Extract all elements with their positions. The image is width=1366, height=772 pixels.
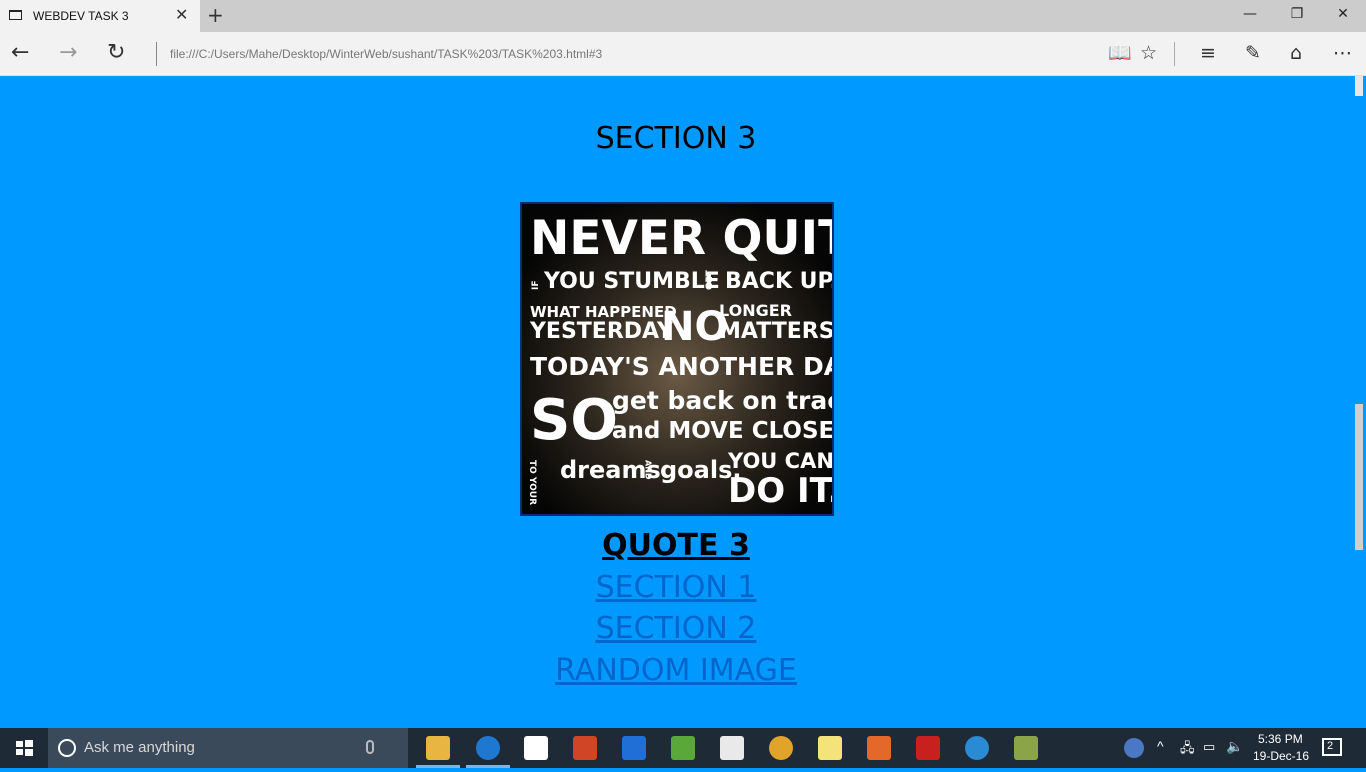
- app-grid-icon[interactable]: [671, 736, 695, 760]
- favorite-star-icon[interactable]: ☆: [1140, 42, 1157, 64]
- camera-icon[interactable]: [720, 736, 744, 760]
- utility-app-icon[interactable]: [1014, 736, 1038, 760]
- poster-line: TODAY'S ANOTHER DAY: [530, 352, 832, 381]
- powerpoint-icon[interactable]: [573, 736, 597, 760]
- taskbar: Ask me anything ^ 🖧 ▭ 🔈 5:36 PM 19-Dec-1…: [0, 728, 1366, 768]
- close-window-icon[interactable]: ✕: [1333, 6, 1353, 22]
- divider: [156, 42, 157, 66]
- search-placeholder: Ask me anything: [84, 739, 195, 756]
- sticky-notes-icon[interactable]: [818, 736, 842, 760]
- forward-arrow-icon[interactable]: →: [59, 42, 77, 64]
- reading-view-icon[interactable]: 📖: [1108, 42, 1132, 64]
- new-tab-button[interactable]: +: [207, 4, 224, 26]
- section-title: SECTION 3: [595, 121, 757, 156]
- poster-word: DO IT.: [728, 471, 832, 511]
- refresh-icon[interactable]: ↻: [107, 42, 125, 64]
- page-icon: [9, 10, 22, 20]
- back-arrow-icon[interactable]: ←: [11, 42, 29, 64]
- update-alert-icon[interactable]: [1124, 738, 1144, 758]
- autocad-icon[interactable]: [916, 736, 940, 760]
- vertical-scrollbar[interactable]: [1352, 76, 1366, 728]
- matlab-icon[interactable]: [867, 736, 891, 760]
- clock-time[interactable]: 5:36 PM: [1258, 732, 1303, 746]
- poster-word: TO YOUR: [527, 460, 537, 505]
- tab-strip: WEBDEV TASK 3 ✕ + — ❐ ✕: [0, 0, 1366, 32]
- poster-word: SO: [530, 388, 618, 453]
- notification-count: 2: [1327, 740, 1334, 752]
- more-icon[interactable]: ⋯: [1333, 42, 1352, 64]
- address-field[interactable]: file:///C:/Users/Mahe/Desktop/WinterWeb/…: [170, 47, 602, 61]
- defender-icon[interactable]: [622, 736, 646, 760]
- volume-icon[interactable]: 🔈: [1226, 738, 1243, 755]
- random-image-link[interactable]: RANDOM IMAGE: [0, 653, 1352, 688]
- cortana-icon: [58, 739, 76, 757]
- restore-icon[interactable]: ❐: [1287, 6, 1307, 22]
- poster-line: get back on track: [612, 386, 832, 415]
- web-note-icon[interactable]: ✎: [1245, 42, 1261, 64]
- motivational-poster-image: NEVER QUIT. IF YOU STUMBLE GET BACK UP. …: [520, 202, 834, 516]
- address-bar-row: ← → ↻ file:///C:/Users/Mahe/Desktop/Wint…: [0, 32, 1366, 76]
- close-tab-icon[interactable]: ✕: [175, 7, 188, 23]
- tab-title: WEBDEV TASK 3: [33, 9, 129, 23]
- browser-tab[interactable]: WEBDEV TASK 3 ✕: [0, 0, 200, 32]
- poster-word: AND: [644, 460, 653, 480]
- start-button[interactable]: [0, 728, 48, 768]
- scrollbar-top: [1355, 76, 1363, 96]
- poster-word: IF: [531, 281, 541, 291]
- poster-word: LONGER: [719, 301, 792, 320]
- chrome-icon[interactable]: [769, 736, 793, 760]
- store-icon[interactable]: [524, 736, 548, 760]
- network-icon[interactable]: 🖧: [1180, 739, 1195, 761]
- cortana-search-box[interactable]: Ask me anything: [48, 728, 408, 768]
- section-2-link[interactable]: SECTION 2: [0, 611, 1352, 646]
- poster-word: YOU CAN: [727, 449, 832, 473]
- poster-word: BACK UP.: [725, 269, 832, 294]
- section-1-link[interactable]: SECTION 1: [0, 570, 1352, 605]
- quote-link[interactable]: QUOTE 3: [0, 528, 1352, 563]
- file-explorer-icon[interactable]: [426, 736, 450, 760]
- poster-word: MATTERS.: [719, 319, 832, 344]
- poster-line: and MOVE CLOSER: [612, 418, 832, 444]
- poster-word: YOU STUMBLE: [543, 269, 720, 294]
- share-icon[interactable]: ⌂: [1290, 42, 1302, 64]
- clock-date[interactable]: 19-Dec-16: [1253, 749, 1309, 763]
- scrollbar-thumb[interactable]: [1355, 404, 1363, 550]
- poster-word: YESTERDAY: [529, 319, 674, 344]
- show-hidden-icons-icon[interactable]: ^: [1157, 738, 1164, 754]
- poster-word: GET: [705, 269, 715, 290]
- microphone-icon[interactable]: [366, 740, 374, 754]
- battery-icon[interactable]: ▭: [1203, 739, 1215, 755]
- minimize-icon[interactable]: —: [1240, 6, 1260, 22]
- page-content: SECTION 3 NEVER QUIT. IF YOU STUMBLE GET…: [0, 76, 1352, 728]
- divider: [1174, 42, 1175, 66]
- edge-icon[interactable]: [476, 736, 500, 760]
- windows-logo-icon: [16, 740, 33, 756]
- poster-line: NEVER QUIT.: [530, 211, 832, 266]
- hub-icon[interactable]: ≡: [1200, 42, 1216, 64]
- action-center-icon[interactable]: 2: [1322, 738, 1342, 756]
- internet-explorer-icon[interactable]: [965, 736, 989, 760]
